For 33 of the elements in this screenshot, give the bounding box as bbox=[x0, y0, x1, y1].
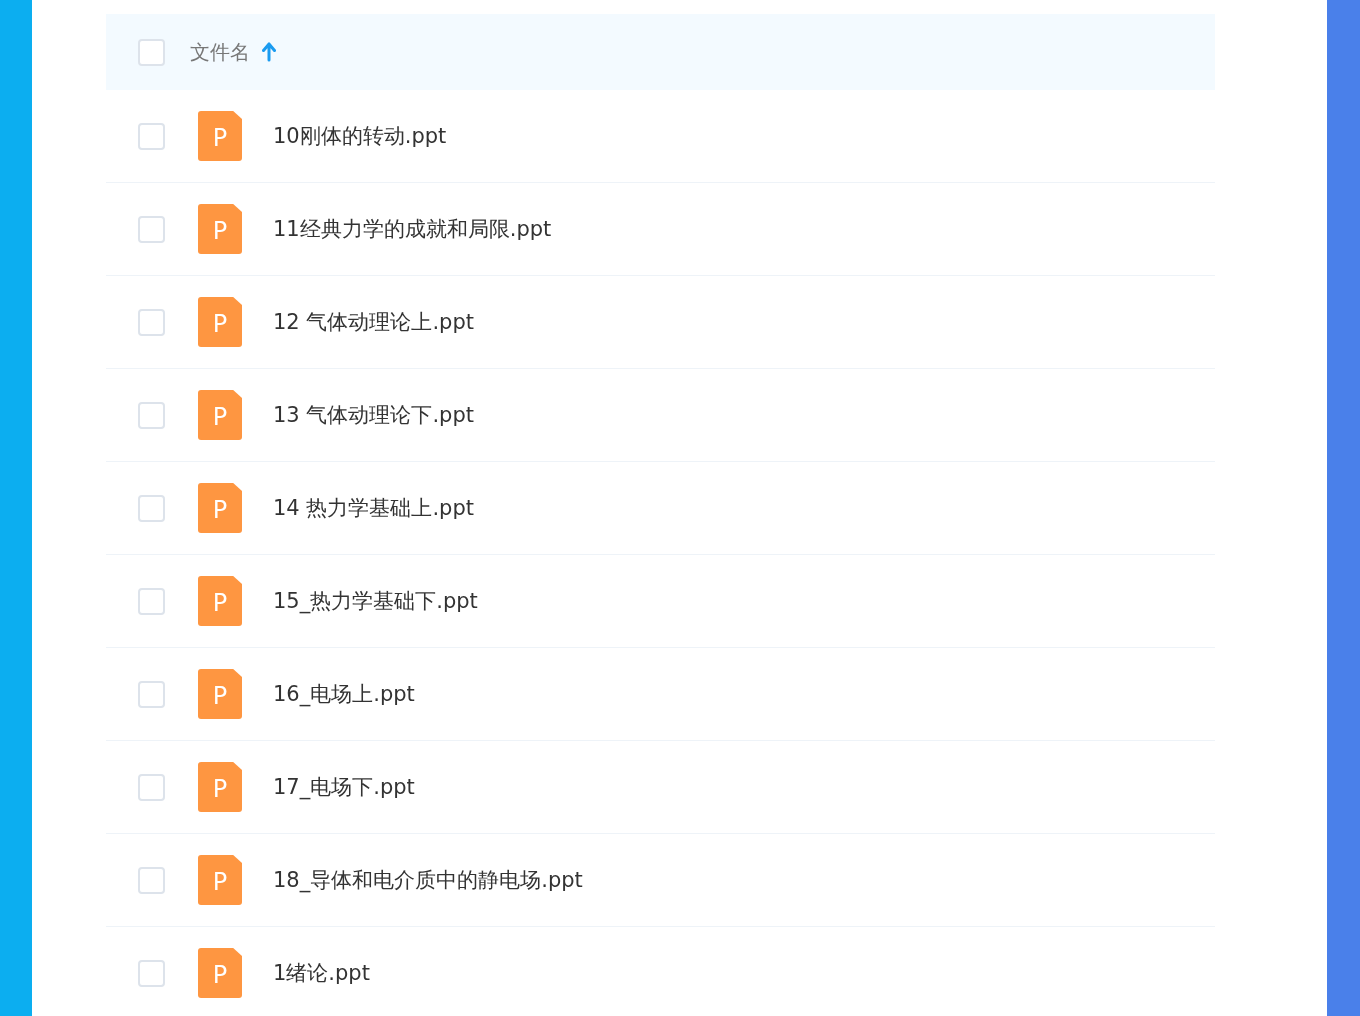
checkbox[interactable] bbox=[138, 122, 165, 150]
checkbox[interactable] bbox=[138, 308, 165, 336]
presentation-file-icon: P bbox=[198, 204, 242, 254]
sort-arrow-icon[interactable] bbox=[262, 42, 276, 62]
presentation-file-icon: P bbox=[198, 297, 242, 347]
checkbox[interactable] bbox=[138, 773, 165, 801]
file-name[interactable]: 16_电场上.ppt bbox=[273, 680, 415, 708]
file-name[interactable]: 1绪论.ppt bbox=[273, 959, 370, 987]
file-name[interactable]: 12 气体动理论上.ppt bbox=[273, 308, 474, 336]
checkbox[interactable] bbox=[138, 38, 165, 66]
checkbox[interactable] bbox=[138, 215, 165, 243]
presentation-file-icon: P bbox=[198, 948, 242, 998]
file-name[interactable]: 10刚体的转动.ppt bbox=[273, 122, 447, 150]
presentation-file-icon: P bbox=[198, 111, 242, 161]
presentation-file-icon: P bbox=[198, 390, 242, 440]
file-name[interactable]: 15_热力学基础下.ppt bbox=[273, 587, 478, 615]
column-header[interactable]: 文件名 bbox=[190, 38, 250, 66]
file-name[interactable]: 18_导体和电介质中的静电场.ppt bbox=[273, 866, 583, 894]
file-name[interactable]: 14 热力学基础上.ppt bbox=[273, 494, 474, 522]
checkbox[interactable] bbox=[138, 959, 165, 987]
checkbox[interactable] bbox=[138, 680, 165, 708]
presentation-file-icon: P bbox=[198, 855, 242, 905]
checkbox[interactable] bbox=[138, 866, 165, 894]
checkbox[interactable] bbox=[138, 587, 165, 615]
presentation-file-icon: P bbox=[198, 669, 242, 719]
checkbox[interactable] bbox=[138, 494, 165, 522]
file-name[interactable]: 11经典力学的成就和局限.ppt bbox=[273, 215, 552, 243]
presentation-file-icon: P bbox=[198, 483, 242, 533]
presentation-file-icon: P bbox=[198, 762, 242, 812]
file-name[interactable]: 13 气体动理论下.ppt bbox=[273, 401, 474, 429]
checkbox[interactable] bbox=[138, 401, 165, 429]
file-name[interactable]: 17_电场下.ppt bbox=[273, 773, 415, 801]
presentation-file-icon: P bbox=[198, 576, 242, 626]
